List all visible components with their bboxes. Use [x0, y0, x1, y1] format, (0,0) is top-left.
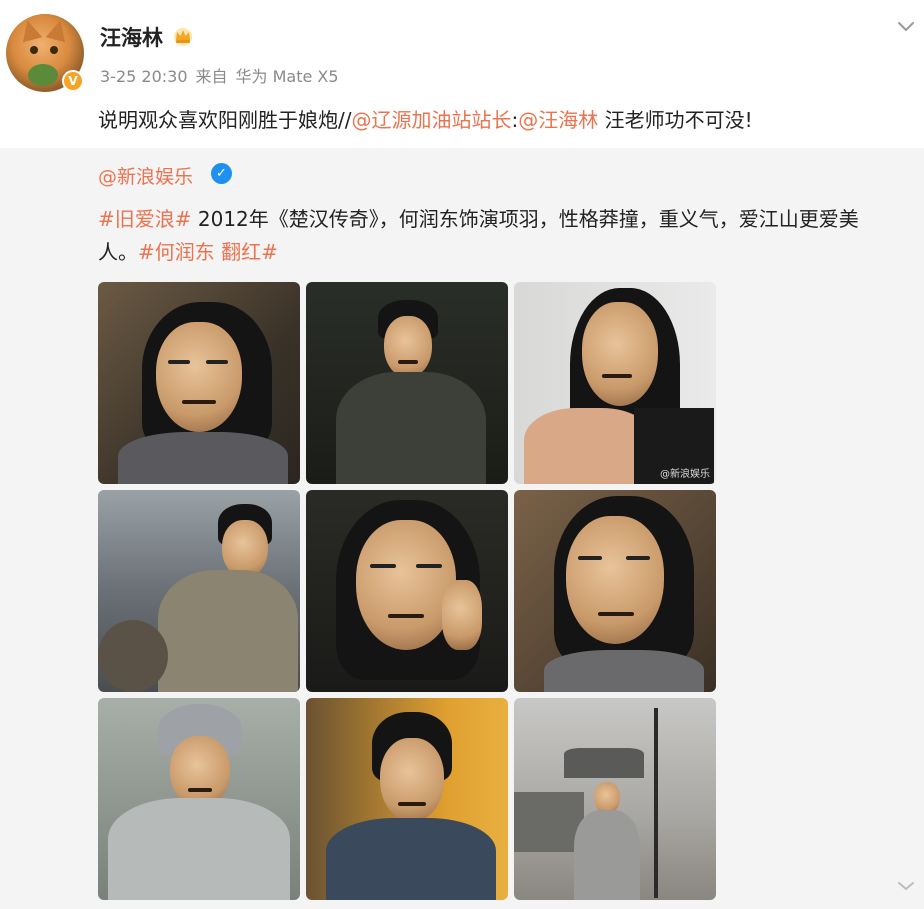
- photo-thumbnail[interactable]: [514, 490, 716, 692]
- repost-card[interactable]: @新浪娱乐 ✓ #旧爱浪# 2012年《楚汉传奇》，何润东饰演项羽，性格莽撞，重…: [0, 148, 924, 909]
- avatar-leaf: [28, 64, 58, 86]
- repost-text-line: 人。#何润东 翻红#: [98, 236, 278, 265]
- photo-thumbnail[interactable]: [98, 698, 300, 900]
- avatar-cat-eye: [50, 46, 58, 54]
- verified-blue-badge-icon: ✓: [211, 163, 232, 184]
- post-text: 说明观众喜欢阳刚胜于娘炮//@辽源加油站站长:@汪海林 汪老师功不可没!: [98, 104, 753, 133]
- avatar-cat-eye: [30, 46, 38, 54]
- watermark: @新浪娱乐: [660, 469, 710, 480]
- post-text-part: 汪老师功不可没!: [598, 108, 753, 132]
- repost-author[interactable]: @新浪娱乐: [98, 162, 193, 189]
- photo-thumbnail[interactable]: [98, 282, 300, 484]
- avatar-cat-ear: [45, 17, 71, 43]
- repost-text-part: 2012年《楚汉传奇》，何润东饰演项羽，性格莽撞，重义气，爱江山更爱美: [191, 207, 859, 231]
- photo-thumbnail[interactable]: [306, 698, 508, 900]
- expand-icon[interactable]: [897, 880, 915, 892]
- source-device: 华为 Mate X5: [235, 67, 339, 86]
- mention-link[interactable]: @辽源加油站站长: [351, 108, 511, 132]
- username[interactable]: 汪海林: [100, 22, 163, 52]
- chevron-down-icon[interactable]: [896, 20, 916, 34]
- post-meta: 3-25 20:30 来自 华为 Mate X5: [100, 63, 347, 87]
- hashtag-link[interactable]: #何润东 翻红#: [138, 240, 278, 264]
- repost-text-part: 人。: [98, 240, 138, 264]
- post-header: V 汪海林 3-25 20:30 来自 华为 Mate X5 说明观众喜欢阳刚胜于娘…: [0, 0, 924, 140]
- post-text-part: 说明观众喜欢阳刚胜于娘炮//: [98, 108, 352, 132]
- image-grid: @新浪娱乐: [98, 282, 718, 902]
- photo-thumbnail[interactable]: @新浪娱乐: [514, 282, 716, 484]
- photo-thumbnail[interactable]: [514, 698, 716, 900]
- crown-icon: [174, 28, 192, 46]
- mention-link[interactable]: @汪海林: [518, 108, 598, 132]
- verified-gold-badge-icon: V: [62, 70, 84, 92]
- repost-text-line: #旧爱浪# 2012年《楚汉传奇》，何润东饰演项羽，性格莽撞，重义气，爱江山更爱…: [98, 203, 859, 232]
- hashtag-link[interactable]: #旧爱浪#: [98, 207, 192, 231]
- avatar-cat-ear: [17, 17, 43, 43]
- photo-thumbnail[interactable]: [306, 282, 508, 484]
- post-time[interactable]: 3-25 20:30: [100, 67, 188, 86]
- photo-thumbnail[interactable]: [98, 490, 300, 692]
- photo-thumbnail[interactable]: [306, 490, 508, 692]
- source-prefix: 来自: [195, 67, 228, 86]
